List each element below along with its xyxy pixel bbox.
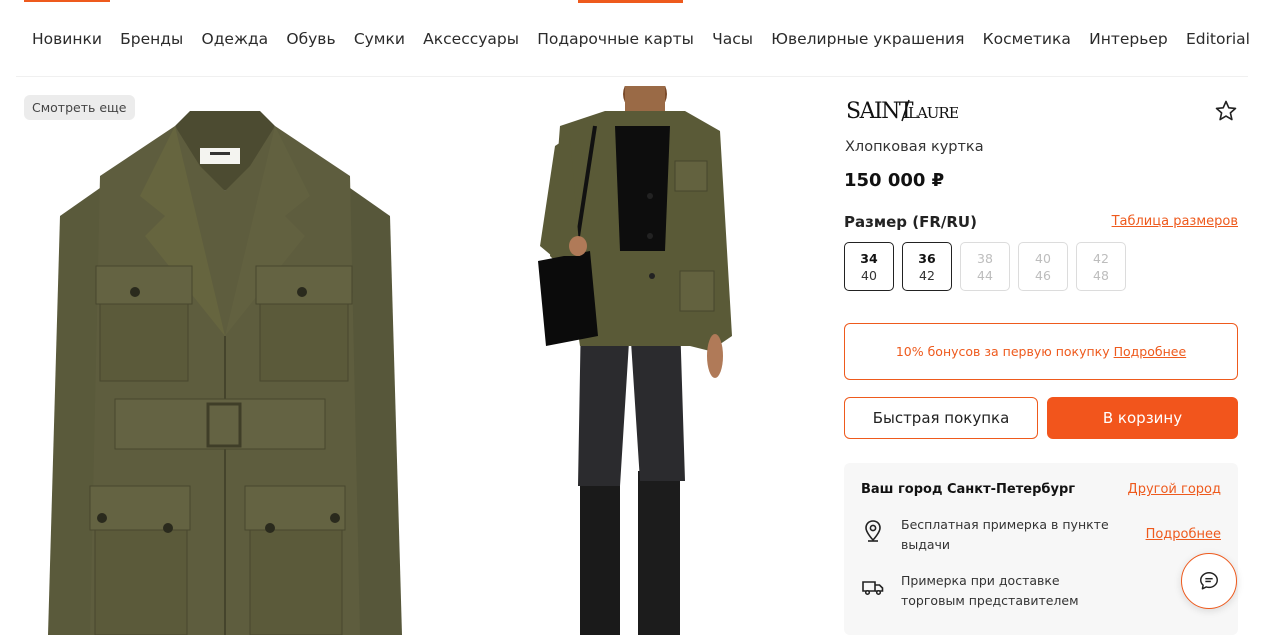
pickup-text: Бесплатная примерка в пункте выдачи [901, 517, 1109, 552]
size-fr: 38 [977, 250, 993, 266]
size-option-34[interactable]: 34 40 [844, 242, 894, 291]
size-fr: 40 [1035, 250, 1051, 266]
size-ru: 42 [919, 267, 935, 283]
add-to-cart-button[interactable]: В корзину [1047, 397, 1238, 439]
size-option-40: 40 46 [1018, 242, 1068, 291]
chat-icon [1200, 572, 1218, 590]
courier-text: Примерка при доставке торговым представи… [901, 573, 1079, 608]
nav-item-cosmetics[interactable]: Косметика [983, 30, 1071, 48]
pickup-row: Бесплатная примерка в пункте выдачи [861, 515, 1121, 555]
nav-item-bags[interactable]: Сумки [354, 30, 405, 48]
product-price: 150 000 ₽ [844, 170, 945, 191]
size-fr: 42 [1093, 250, 1109, 266]
delivery-info: Ваш город Санкт-Петербург Другой город Б… [844, 463, 1238, 635]
delivery-truck-icon [862, 581, 884, 596]
size-option-42: 42 48 [1076, 242, 1126, 291]
change-city-link[interactable]: Другой город [1128, 482, 1221, 497]
nav-item-watches[interactable]: Часы [712, 30, 753, 48]
size-ru: 40 [861, 267, 877, 283]
product-image-front[interactable] [40, 86, 410, 635]
bonus-banner: 10% бонусов за первую покупку Подробнее [844, 323, 1238, 380]
top-accent-bar-active [578, 0, 683, 3]
size-fr: 36 [918, 250, 936, 266]
nav-item-clothing[interactable]: Одежда [202, 30, 269, 48]
nav-item-new[interactable]: Новинки [32, 30, 102, 48]
svg-text:LAURENT: LAURENT [908, 104, 958, 122]
product-image-model[interactable] [520, 86, 760, 635]
chat-button[interactable] [1181, 553, 1237, 609]
see-more-button[interactable]: Смотреть еще [24, 95, 135, 120]
nav-item-shoes[interactable]: Обувь [286, 30, 335, 48]
star-icon[interactable] [1214, 99, 1238, 123]
size-selector: 34 40 36 42 38 44 40 46 42 48 [844, 242, 1126, 291]
quick-buy-button[interactable]: Быстрая покупка [844, 397, 1038, 439]
courier-row: Примерка при доставке торговым представи… [861, 571, 1121, 611]
nav-item-gift-cards[interactable]: Подарочные карты [537, 30, 694, 48]
location-pin-icon [865, 520, 881, 542]
nav-item-editorial[interactable]: Editorial [1186, 30, 1250, 48]
svg-text:SAINT: SAINT [846, 99, 914, 123]
size-table-link[interactable]: Таблица размеров [1112, 214, 1238, 229]
pickup-details-link[interactable]: Подробнее [1146, 527, 1221, 542]
product-name: Хлопковая куртка [845, 139, 984, 155]
size-option-36[interactable]: 36 42 [902, 242, 952, 291]
bonus-text: 10% бонусов за первую покупку [895, 344, 1110, 359]
nav-item-brands[interactable]: Бренды [120, 30, 183, 48]
size-ru: 44 [977, 267, 993, 283]
bonus-details-link[interactable]: Подробнее [1114, 344, 1187, 359]
brand-logo[interactable]: SAINT LAURENT [846, 97, 982, 129]
top-accent-bar [24, 0, 110, 2]
brand-logo-mark: SAINT LAURENT [846, 99, 982, 124]
size-fr: 34 [860, 250, 878, 266]
size-title: Размер (FR/RU) [844, 213, 977, 231]
main-nav: Новинки Бренды Одежда Обувь Сумки Аксесс… [32, 30, 1250, 48]
nav-item-jewelry[interactable]: Ювелирные украшения [771, 30, 964, 48]
nav-item-interior[interactable]: Интерьер [1089, 30, 1168, 48]
size-option-38: 38 44 [960, 242, 1010, 291]
nav-item-accessories[interactable]: Аксессуары [423, 30, 519, 48]
size-ru: 46 [1035, 267, 1051, 283]
nav-divider [16, 76, 1248, 77]
size-ru: 48 [1093, 267, 1109, 283]
city-label: Ваш город Санкт-Петербург [861, 482, 1076, 497]
